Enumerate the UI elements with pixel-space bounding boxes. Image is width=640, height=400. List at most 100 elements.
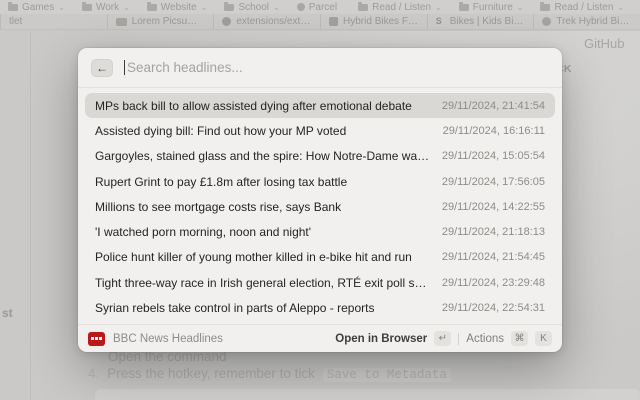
bookmark-item: Furniture ⌄ — [459, 2, 524, 13]
bookmark-label: Read / Listen — [554, 2, 613, 13]
extension-name: BBC News Headlines — [113, 333, 223, 345]
bookmark-folder-icon — [297, 3, 305, 11]
bookmark-folder-icon — [459, 4, 469, 11]
headline-title: Rupert Grint to pay £1.8m after losing t… — [95, 175, 347, 189]
tab-title: tlet — [9, 16, 22, 27]
browser-tab: tlet — [0, 14, 107, 29]
bookmarks-bar: Games ⌄ Work ⌄ Website ⌄ School ⌄ — [0, 0, 640, 14]
bookmark-item: School ⌄ — [224, 2, 279, 13]
bookmark-item: Website ⌄ — [147, 2, 208, 13]
chevron-down-icon: ⌄ — [123, 3, 130, 12]
page-edge-divider — [30, 31, 31, 400]
k-key-icon: K — [535, 331, 552, 346]
bookmark-label: Read / Listen — [372, 2, 431, 13]
headline-title: MPs back bill to allow assisted dying af… — [95, 99, 412, 113]
bookmark-label: Games — [22, 2, 54, 13]
headline-timestamp: 29/11/2024, 21:41:54 — [430, 100, 545, 112]
tab-title: extensions/extensions/... — [236, 16, 312, 27]
headline-timestamp: 29/11/2024, 23:29:48 — [430, 277, 545, 289]
chevron-down-icon: ⌄ — [517, 3, 524, 12]
headline-title: Police hunt killer of young mother kille… — [95, 250, 412, 264]
bookmark-folder-icon — [224, 4, 234, 11]
tab-title: Lorem Picsum - Images — [132, 16, 206, 27]
headline-timestamp: 29/11/2024, 16:16:11 — [431, 125, 545, 137]
left-text-fragment: st — [2, 306, 13, 320]
bookmark-label: Website — [161, 2, 197, 13]
chevron-down-icon: ⌄ — [58, 3, 65, 12]
chevron-down-icon: ⌄ — [273, 3, 280, 12]
tab-title: Bikes | Kids Bikes | Mou... — [450, 16, 526, 27]
back-arrow-icon: ← — [96, 61, 108, 75]
browser-tab: Lorem Picsum - Images — [107, 14, 214, 29]
text-caret — [124, 60, 125, 75]
bookmark-label: School — [238, 2, 269, 13]
bookmark-folder-icon — [540, 4, 550, 11]
step-text: Press the hotkey, remember to tick — [107, 366, 315, 381]
headline-row[interactable]: Assisted dying bill: Find out how your M… — [85, 118, 555, 143]
actions-button[interactable]: Actions — [466, 333, 504, 345]
tab-title: Trek Hybrid Bike for sal... — [556, 16, 632, 27]
step-code: Save to Metadata — [323, 368, 451, 382]
command-palette: ← MPs back bill to allow assisted dying … — [78, 48, 562, 352]
bookmark-item: Games ⌄ — [8, 2, 65, 13]
tab-favicon — [329, 17, 338, 26]
bookmark-item: Read / Listen ⌄ — [540, 2, 624, 13]
headline-row[interactable]: Rupert Grint to pay £1.8m after losing t… — [85, 169, 555, 194]
palette-header: ← — [78, 48, 562, 88]
readme-step-4: 4. Press the hotkey, remember to tick Sa… — [88, 366, 451, 382]
headline-list: MPs back bill to allow assisted dying af… — [78, 88, 562, 324]
headline-title: 'I watched porn morning, noon and night' — [95, 225, 311, 239]
readme-code-block — [95, 389, 640, 400]
tab-favicon — [542, 17, 551, 26]
headline-row[interactable]: MPs back bill to allow assisted dying af… — [85, 93, 555, 118]
open-in-browser-button[interactable]: Open in Browser — [335, 333, 427, 345]
headline-row[interactable]: Police hunt killer of young mother kille… — [85, 245, 555, 270]
bookmark-label: Parcel — [309, 2, 337, 13]
chevron-down-icon: ⌄ — [617, 3, 624, 12]
headline-timestamp: 29/11/2024, 21:54:45 — [430, 251, 545, 263]
tab-favicon — [436, 17, 445, 26]
bookmark-label: Furniture — [473, 2, 513, 13]
headline-timestamp: 29/11/2024, 21:18:13 — [430, 226, 545, 238]
browser-tab: Hybrid Bikes For Men,... — [320, 14, 427, 29]
bookmark-folder-icon — [82, 4, 92, 11]
headline-row[interactable]: 'I watched porn morning, noon and night'… — [85, 219, 555, 244]
browser-tab: extensions/extensions/... — [213, 14, 320, 29]
bookmark-folder-icon — [358, 4, 368, 11]
tab-favicon — [222, 17, 231, 26]
tab-favicon — [116, 18, 127, 26]
headline-timestamp: 29/11/2024, 22:54:31 — [430, 302, 545, 314]
headline-row[interactable]: Syrian rebels take control in parts of A… — [85, 295, 555, 320]
headline-timestamp: 29/11/2024, 17:56:05 — [430, 176, 545, 188]
browser-tab: Bikes | Kids Bikes | Mou... — [427, 14, 534, 29]
headline-title: Syrian rebels take control in parts of A… — [95, 301, 374, 315]
headline-title: Assisted dying bill: Find out how your M… — [95, 124, 346, 138]
bbc-logo-icon — [88, 332, 105, 346]
bookmark-label: Work — [96, 2, 119, 13]
headline-row[interactable]: Gargoyles, stained glass and the spire: … — [85, 144, 555, 169]
headline-timestamp: 29/11/2024, 14:22:55 — [430, 201, 545, 213]
tab-title: Hybrid Bikes For Men,... — [343, 16, 419, 27]
github-link: GitHub — [584, 36, 624, 51]
headline-timestamp: 29/11/2024, 15:05:54 — [430, 150, 545, 162]
tab-bar: tlet Lorem Picsum - Images extensions/ex… — [0, 14, 640, 30]
step-number: 4. — [88, 366, 99, 381]
chevron-down-icon: ⌄ — [435, 3, 442, 12]
bookmark-item: Read / Listen ⌄ — [358, 2, 442, 13]
headline-row[interactable]: Tight three-way race in Irish general el… — [85, 270, 555, 295]
back-button[interactable]: ← — [91, 59, 113, 77]
headline-title: Gargoyles, stained glass and the spire: … — [95, 149, 430, 163]
palette-footer: BBC News Headlines Open in Browser ↵ Act… — [78, 324, 562, 352]
headline-row[interactable]: Millions to see mortgage costs rise, say… — [85, 194, 555, 219]
chevron-down-icon: ⌄ — [201, 3, 208, 12]
enter-key-icon: ↵ — [434, 331, 451, 346]
bookmark-item: Work ⌄ — [82, 2, 130, 13]
bookmark-item: Parcel — [297, 2, 341, 13]
search-input[interactable] — [127, 60, 549, 75]
bookmark-folder-icon — [147, 4, 157, 11]
footer-divider — [458, 333, 459, 345]
headline-title: Millions to see mortgage costs rise, say… — [95, 200, 341, 214]
headline-title: Tight three-way race in Irish general el… — [95, 276, 430, 290]
cmd-key-icon: ⌘ — [511, 331, 528, 346]
bookmark-folder-icon — [8, 4, 18, 11]
